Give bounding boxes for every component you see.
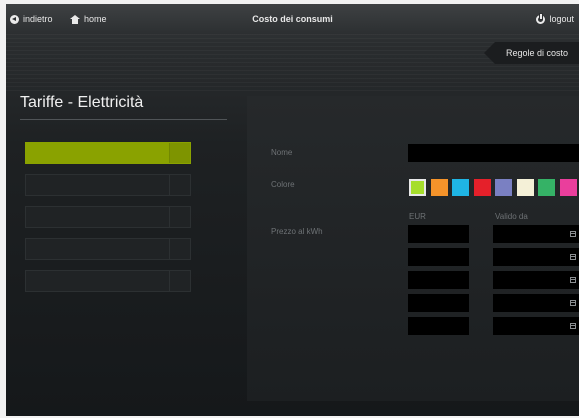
valid-from-date-input[interactable] [493, 317, 579, 335]
tariff-item[interactable] [25, 206, 191, 228]
price-input[interactable] [408, 294, 469, 312]
tariff-item[interactable] [25, 238, 191, 260]
color-swatch[interactable] [430, 179, 448, 196]
calendar-icon[interactable] [570, 323, 576, 329]
valid-from-date-input[interactable] [493, 248, 579, 266]
color-swatch[interactable] [473, 179, 491, 196]
calendar-icon[interactable] [570, 277, 576, 283]
price-input[interactable] [408, 317, 469, 335]
color-swatch[interactable] [409, 179, 426, 196]
logout-label: logout [549, 14, 574, 24]
section-title: Tariffe - Elettricità [20, 94, 144, 111]
power-icon [536, 13, 546, 24]
tariff-item[interactable] [25, 270, 191, 292]
price-label: Prezzo al kWh [271, 227, 323, 236]
color-label: Colore [271, 180, 295, 189]
calendar-icon[interactable] [570, 231, 576, 237]
color-swatch[interactable] [559, 179, 577, 196]
divider [20, 119, 227, 120]
tariff-item[interactable] [25, 174, 191, 196]
app-frame: indietro home Costo dei consumi logout R… [6, 4, 579, 416]
tariff-item-handle[interactable] [169, 143, 190, 163]
price-input[interactable] [408, 248, 469, 266]
top-bar: indietro home Costo dei consumi logout [6, 4, 579, 34]
valid-from-date-input[interactable] [493, 225, 579, 243]
valid-from-header: Valido da [495, 212, 528, 221]
calendar-icon[interactable] [570, 254, 576, 260]
valid-from-date-input[interactable] [493, 294, 579, 312]
logout-button[interactable]: logout [536, 13, 574, 24]
page-title: Costo dei consumi [252, 14, 333, 24]
valid-from-date-input[interactable] [493, 271, 579, 289]
calendar-icon[interactable] [570, 300, 576, 306]
name-label: Nome [271, 148, 293, 157]
color-swatch[interactable] [516, 179, 534, 196]
tariff-item[interactable] [25, 142, 191, 164]
price-input[interactable] [408, 271, 469, 289]
tariff-item-handle[interactable] [169, 271, 190, 291]
price-input[interactable] [408, 225, 469, 243]
tariff-item-handle[interactable] [169, 207, 190, 227]
tariff-item-handle[interactable] [169, 239, 190, 259]
color-swatch[interactable] [538, 179, 555, 196]
cost-rules-button[interactable]: Regole di costo [484, 42, 579, 64]
name-input[interactable] [408, 144, 579, 162]
color-swatch[interactable] [452, 179, 469, 196]
tariff-item-handle[interactable] [169, 175, 190, 195]
color-swatch[interactable] [495, 179, 512, 196]
currency-header: EUR [409, 212, 426, 221]
